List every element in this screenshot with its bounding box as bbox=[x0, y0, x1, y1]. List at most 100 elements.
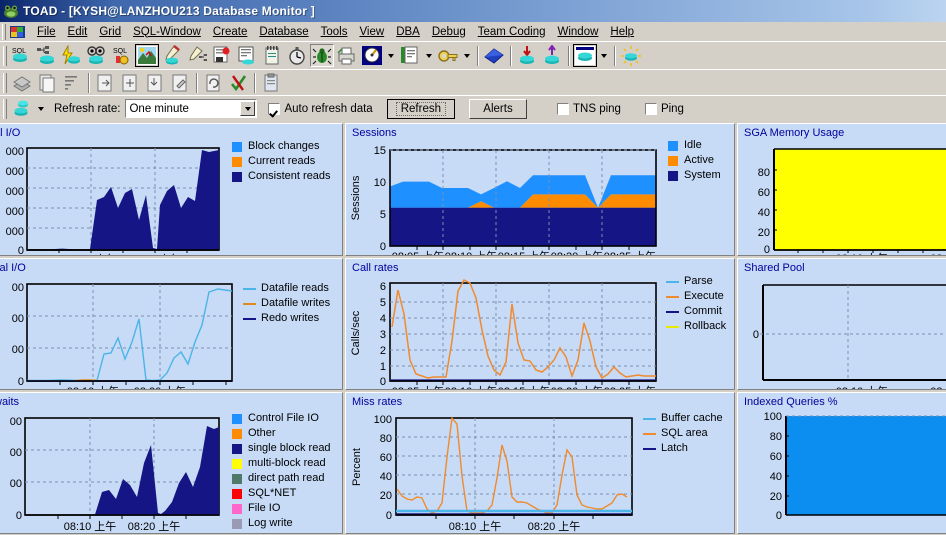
menu-database-label: Database bbox=[259, 25, 309, 38]
database-sun-icon[interactable] bbox=[619, 44, 643, 67]
printer-icon[interactable] bbox=[335, 44, 359, 67]
ping-checkbox[interactable]: Ping bbox=[644, 102, 684, 115]
menu-database[interactable]: Database bbox=[253, 25, 314, 39]
menubar-grip[interactable] bbox=[2, 23, 6, 40]
dbms-output-icon[interactable] bbox=[185, 44, 209, 67]
toolbar-separator-2 bbox=[510, 45, 512, 66]
refresh-grid-icon[interactable] bbox=[201, 71, 225, 94]
legend-item: Datafile reads bbox=[243, 281, 330, 296]
toolbar2-grip[interactable] bbox=[3, 72, 7, 93]
monitor-gauge-icon[interactable] bbox=[360, 44, 384, 67]
panel-session-waits[interactable]: waits 00 00 00 0 bbox=[0, 392, 343, 534]
legend-label: Block changes bbox=[248, 140, 320, 152]
check-syntax-icon[interactable] bbox=[226, 71, 250, 94]
database-window-icon[interactable] bbox=[573, 44, 597, 67]
tns-ping-checkbox[interactable]: TNS ping bbox=[557, 102, 621, 115]
explain-plan-icon[interactable] bbox=[135, 44, 159, 67]
grid-edit-icon[interactable] bbox=[168, 71, 192, 94]
svg-text:80: 80 bbox=[758, 167, 770, 179]
panel-call-rates[interactable]: Call rates Calls/sec 6 5 4 3 2 1 0 Parse… bbox=[345, 258, 735, 390]
menu-sql-window[interactable]: SQL-Window bbox=[127, 25, 207, 39]
refresh-rate-dropdown-arrow-icon[interactable] bbox=[240, 101, 256, 116]
svg-text:Calls/sec: Calls/sec bbox=[350, 310, 362, 355]
monitor-control-bar: Refresh rate: One minute Auto refresh da… bbox=[0, 95, 946, 121]
legend-label: Commit bbox=[684, 305, 722, 317]
chevron-down-icon[interactable] bbox=[35, 97, 46, 120]
schema-browser-icon[interactable] bbox=[85, 44, 109, 67]
legend-line-execute bbox=[666, 295, 679, 298]
script-manager-icon[interactable] bbox=[398, 44, 422, 67]
report-icon[interactable] bbox=[235, 44, 259, 67]
stopwatch-icon[interactable] bbox=[285, 44, 309, 67]
svg-text:08:25 上午: 08:25 上午 bbox=[604, 250, 657, 256]
sql-tuning-icon[interactable]: SQL bbox=[110, 44, 134, 67]
execute-lightning-icon[interactable] bbox=[60, 44, 84, 67]
grid-export-icon[interactable] bbox=[93, 71, 117, 94]
menu-grid[interactable]: Grid bbox=[93, 25, 127, 39]
ping-checkbox-box[interactable] bbox=[644, 102, 657, 115]
svg-text:5: 5 bbox=[380, 209, 386, 221]
panel-physical-io[interactable]: cal I/O 00 00 00 0 bbox=[0, 258, 343, 390]
panel-miss-rates[interactable]: Miss rates Percent 100 80 60 40 20 0 08:… bbox=[345, 392, 735, 534]
window-title-text: TOAD - [KYSH@LANZHOU213 Database Monitor… bbox=[23, 4, 315, 18]
menu-dba[interactable]: DBA bbox=[390, 25, 426, 39]
menu-team-coding[interactable]: Team Coding bbox=[472, 25, 552, 39]
sql-editor-icon[interactable]: SQL bbox=[10, 44, 34, 67]
sql-modeler-icon[interactable] bbox=[35, 44, 59, 67]
database-dropdown-arrow-icon[interactable] bbox=[598, 44, 609, 67]
grid-save-icon[interactable] bbox=[143, 71, 167, 94]
copy-icon[interactable] bbox=[35, 71, 59, 94]
menu-tools[interactable]: Tools bbox=[315, 25, 354, 39]
sort-icon[interactable] bbox=[60, 71, 84, 94]
menu-window[interactable]: Window bbox=[552, 25, 605, 39]
menu-grid-label: Grid bbox=[99, 25, 122, 38]
ctrlbar-grip[interactable] bbox=[3, 98, 7, 119]
menu-file[interactable]: File bbox=[31, 25, 62, 39]
procedure-editor-icon[interactable] bbox=[160, 44, 184, 67]
script-dropdown-arrow-icon[interactable] bbox=[423, 44, 434, 67]
legend-swatch-file-io bbox=[232, 503, 242, 514]
grid-append-icon[interactable] bbox=[118, 71, 142, 94]
svg-text:40: 40 bbox=[770, 471, 782, 483]
import-data-icon[interactable] bbox=[210, 44, 234, 67]
menu-debug[interactable]: Debug bbox=[426, 25, 472, 39]
svg-text:08:10 上午: 08:10 上午 bbox=[445, 250, 498, 256]
svg-text:08:15 上午: 08:15 上午 bbox=[498, 385, 551, 390]
blue-book-icon[interactable] bbox=[482, 44, 506, 67]
export-arrow-up-icon[interactable] bbox=[540, 44, 564, 67]
svg-text:08:20 上午: 08:20 上午 bbox=[128, 520, 181, 533]
menu-create[interactable]: Create bbox=[207, 25, 254, 39]
svg-text:0: 0 bbox=[753, 329, 759, 341]
key-privileges-icon[interactable] bbox=[436, 44, 460, 67]
tns-ping-checkbox-box[interactable] bbox=[557, 102, 569, 115]
legend-item: Idle bbox=[668, 138, 721, 153]
import-arrow-down-icon[interactable] bbox=[515, 44, 539, 67]
panel-shared-pool[interactable]: Shared Pool 0 08:10 上午 08:2 bbox=[737, 258, 946, 390]
legend-line-sql-area bbox=[643, 432, 656, 435]
panel-sga-memory[interactable]: SGA Memory Usage 80 60 40 20 0 bbox=[737, 123, 946, 256]
refresh-rate-select[interactable]: One minute bbox=[125, 99, 258, 118]
legend-swatch-consistent-reads bbox=[232, 171, 242, 182]
menu-help[interactable]: Help bbox=[604, 25, 640, 39]
monitor-dropdown-arrow-icon[interactable] bbox=[385, 44, 396, 67]
auto-refresh-checkbox[interactable]: Auto refresh data bbox=[268, 102, 373, 115]
panel-sessions[interactable]: Sessions Sessions 15 10 5 0 Idle Active … bbox=[345, 123, 735, 256]
menu-edit[interactable]: Edit bbox=[62, 25, 94, 39]
panel-logical-io[interactable]: al I/O 000 000 000 000 000 0 bbox=[0, 123, 343, 256]
layers-icon[interactable] bbox=[10, 71, 34, 94]
alerts-button[interactable]: Alerts bbox=[469, 98, 527, 119]
clipboard-icon[interactable] bbox=[259, 71, 283, 94]
legend-item: SQL*NET bbox=[232, 486, 331, 501]
db-monitor-icon[interactable] bbox=[10, 97, 34, 120]
menu-view[interactable]: View bbox=[353, 25, 390, 39]
legend-label: Execute bbox=[684, 290, 724, 302]
key-dropdown-arrow-icon[interactable] bbox=[461, 44, 472, 67]
notepad-icon[interactable] bbox=[260, 44, 284, 67]
panel-indexed-queries[interactable]: Indexed Queries % 100 80 60 40 20 0 bbox=[737, 392, 946, 534]
legend-call-rates: Parse Execute Commit Rollback bbox=[666, 274, 726, 334]
auto-refresh-checkbox-box[interactable] bbox=[268, 102, 281, 115]
refresh-button[interactable]: Refresh bbox=[386, 98, 455, 119]
debug-bug-icon[interactable] bbox=[310, 44, 334, 67]
window-title-bar: TOAD - [KYSH@LANZHOU213 Database Monitor… bbox=[0, 0, 946, 22]
toolbar-grip[interactable] bbox=[3, 45, 7, 66]
